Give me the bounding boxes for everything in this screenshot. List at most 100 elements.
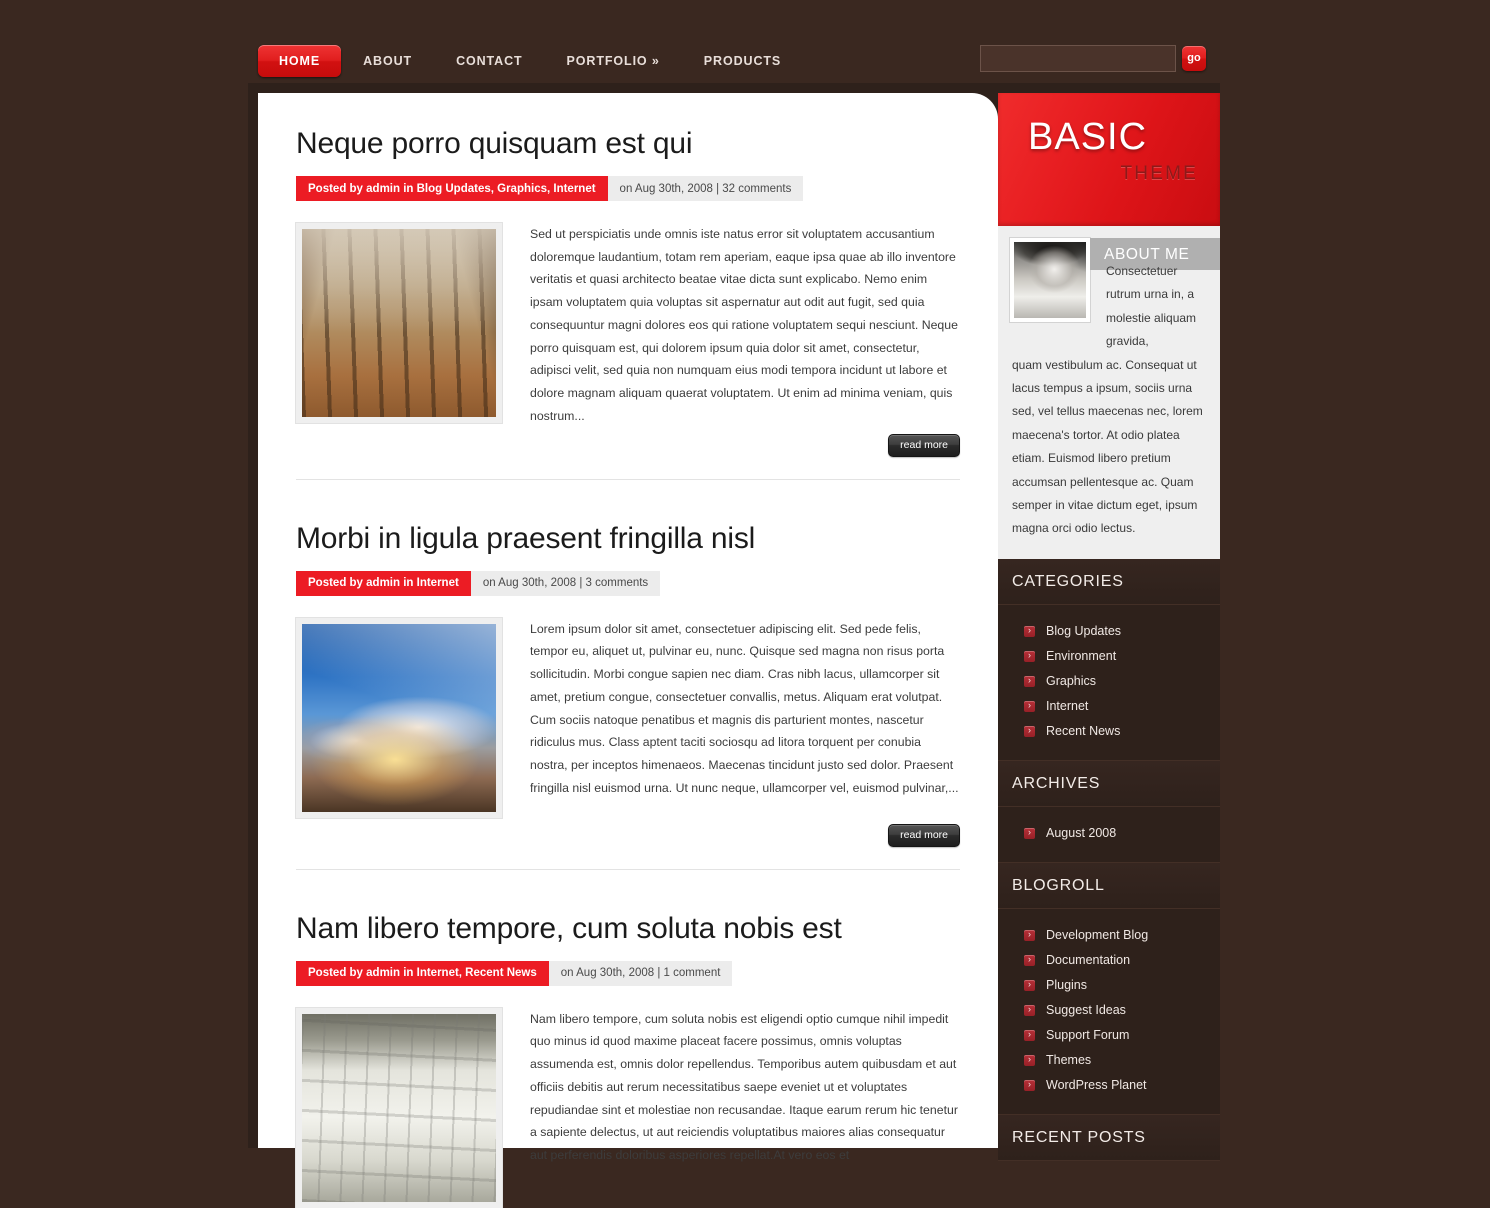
blogroll-link[interactable]: Documentation [1046,953,1130,967]
widget-title-recent-posts: RECENT POSTS [998,1113,1220,1161]
category-link[interactable]: Blog Updates [1046,624,1121,638]
list-item[interactable]: Development Blog [998,923,1220,948]
autumn-road-photo [302,229,496,417]
list-item[interactable]: Suggest Ideas [998,998,1220,1023]
search-input[interactable] [980,45,1176,72]
category-link[interactable]: Internet [1046,699,1088,713]
blogroll-link[interactable]: Development Blog [1046,928,1148,942]
arrow-bullet-icon [1024,951,1035,967]
blogroll-link[interactable]: Support Forum [1046,1028,1129,1042]
post-title[interactable]: Neque porro quisquam est qui [296,127,960,160]
arrow-bullet-icon [1024,824,1035,840]
list-item[interactable]: Plugins [998,973,1220,998]
white-stone-wall-photo [302,1013,496,1202]
widget-title-blogroll: BLOGROLL [998,861,1220,909]
post-title[interactable]: Morbi in ligula praesent fringilla nisl [296,522,960,555]
about-me-widget: ABOUT ME Consectetuer rutrum urna in, a … [998,226,1220,559]
post-excerpt: Lorem ipsum dolor sit amet, consectetuer… [530,621,959,795]
post-excerpt: Sed ut perspiciatis unde omnis iste natu… [530,227,958,423]
content-column: Neque porro quisquam est qui Posted by a… [258,93,998,1208]
post-excerpt: Nam libero tempore, cum soluta nobis est… [530,1011,958,1163]
arrow-bullet-icon [1024,1001,1035,1017]
post-meta-date-comments: on Aug 30th, 2008 | 3 comments [470,570,661,596]
site-logo-sub: THEME [1120,163,1198,184]
arrow-bullet-icon [1024,672,1035,688]
about-me-text-first-lines: Consectetuer rutrum urna in, a molestie … [1106,264,1197,349]
list-item[interactable]: Support Forum [998,1023,1220,1048]
read-more-row: read more [296,433,960,457]
arrow-bullet-icon [1024,722,1035,738]
site-logo[interactable]: BASIC THEME [998,93,1220,226]
sidebar: BASIC THEME ABOUT ME Consectetuer rutrum… [998,93,1220,1161]
category-link[interactable]: Recent News [1046,724,1120,738]
list-item[interactable]: Graphics [998,669,1220,694]
arrow-bullet-icon [1024,647,1035,663]
category-link[interactable]: Environment [1046,649,1116,663]
about-me-text-rest: quam vestibulum ac. Consequat ut lacus t… [1012,357,1203,536]
post-meta-author-categories: Posted by admin in Internet [296,570,471,596]
post-meta: Posted by admin in Blog Updates, Graphic… [296,176,804,201]
post-3: Nam libero tempore, cum soluta nobis est… [258,870,998,1208]
avatar-frame [1010,238,1090,322]
post-thumbnail-frame[interactable] [296,1007,502,1208]
arrow-bullet-icon [1024,1076,1035,1092]
categories-list: Blog Updates Environment Graphics Intern… [998,605,1220,760]
nav-item-portfolio[interactable]: PORTFOLIO » [545,45,682,77]
list-item[interactable]: Themes [998,1048,1220,1073]
page-wrapper: Neque porro quisquam est qui Posted by a… [248,83,1220,1208]
blogroll-link[interactable]: Suggest Ideas [1046,1003,1126,1017]
list-item[interactable]: August 2008 [998,821,1220,846]
sun-rays-clouds-photo [302,623,496,812]
list-item[interactable]: WordPress Planet [998,1073,1220,1098]
blogroll-list: Development Blog Documentation Plugins S… [998,909,1220,1114]
post-body: Sed ut perspiciatis unde omnis iste natu… [296,223,960,428]
archives-list: August 2008 [998,807,1220,862]
post-thumbnail-frame[interactable] [296,223,502,423]
read-more-row: read more [296,823,960,847]
nav-item-contact[interactable]: CONTACT [434,45,544,77]
blogroll-link[interactable]: Themes [1046,1053,1091,1067]
read-more-button[interactable]: read more [888,823,960,847]
post-meta-date-comments: on Aug 30th, 2008 | 1 comment [548,960,733,986]
nav-item-products[interactable]: PRODUCTS [682,45,803,77]
post-thumbnail-frame[interactable] [296,617,502,818]
page-inner: Neque porro quisquam est qui Posted by a… [258,93,1220,1208]
list-item[interactable]: Blog Updates [998,619,1220,644]
post-2: Morbi in ligula praesent fringilla nisl … [258,480,998,847]
site-logo-main: BASIC [1028,116,1148,158]
arrow-bullet-icon [1024,976,1035,992]
list-item[interactable]: Environment [998,644,1220,669]
post-meta-date-comments: on Aug 30th, 2008 | 32 comments [607,176,804,201]
widget-title-categories: CATEGORIES [998,558,1220,605]
post-meta: Posted by admin in Internet on Aug 30th,… [296,570,661,596]
search-box: go [980,45,1206,72]
post-meta: Posted by admin in Internet, Recent News… [296,960,733,986]
arrow-bullet-icon [1024,697,1035,713]
list-item[interactable]: Documentation [998,948,1220,973]
avatar [1014,242,1086,318]
archive-link[interactable]: August 2008 [1046,826,1116,840]
blogroll-link[interactable]: WordPress Planet [1046,1078,1147,1092]
arrow-bullet-icon [1024,1051,1035,1067]
post-meta-author-categories: Posted by admin in Blog Updates, Graphic… [296,176,608,201]
nav-item-home[interactable]: HOME [258,45,342,77]
top-bar: HOME ABOUT CONTACT PORTFOLIO » PRODUCTS … [0,0,1490,88]
widget-title-archives: ARCHIVES [998,759,1220,807]
category-link[interactable]: Graphics [1046,674,1096,688]
read-more-button[interactable]: read more [888,433,960,457]
post-body: Nam libero tempore, cum soluta nobis est… [296,1007,960,1208]
list-item[interactable]: Internet [998,694,1220,719]
blogroll-link[interactable]: Plugins [1046,978,1087,992]
sidebar-widgets-panel: CATEGORIES Blog Updates Environment Grap… [998,558,1220,1161]
main-navigation: HOME ABOUT CONTACT PORTFOLIO » PRODUCTS [258,45,803,77]
arrow-bullet-icon [1024,1026,1035,1042]
post-title[interactable]: Nam libero tempore, cum soluta nobis est [296,912,960,945]
arrow-bullet-icon [1024,926,1035,942]
nav-item-about[interactable]: ABOUT [341,45,434,77]
search-go-button[interactable]: go [1182,46,1206,71]
list-item[interactable]: Recent News [998,719,1220,744]
post-meta-author-categories: Posted by admin in Internet, Recent News [296,960,549,986]
post-body: Lorem ipsum dolor sit amet, consectetuer… [296,617,960,818]
post-1: Neque porro quisquam est qui Posted by a… [258,93,998,457]
arrow-bullet-icon [1024,622,1035,638]
